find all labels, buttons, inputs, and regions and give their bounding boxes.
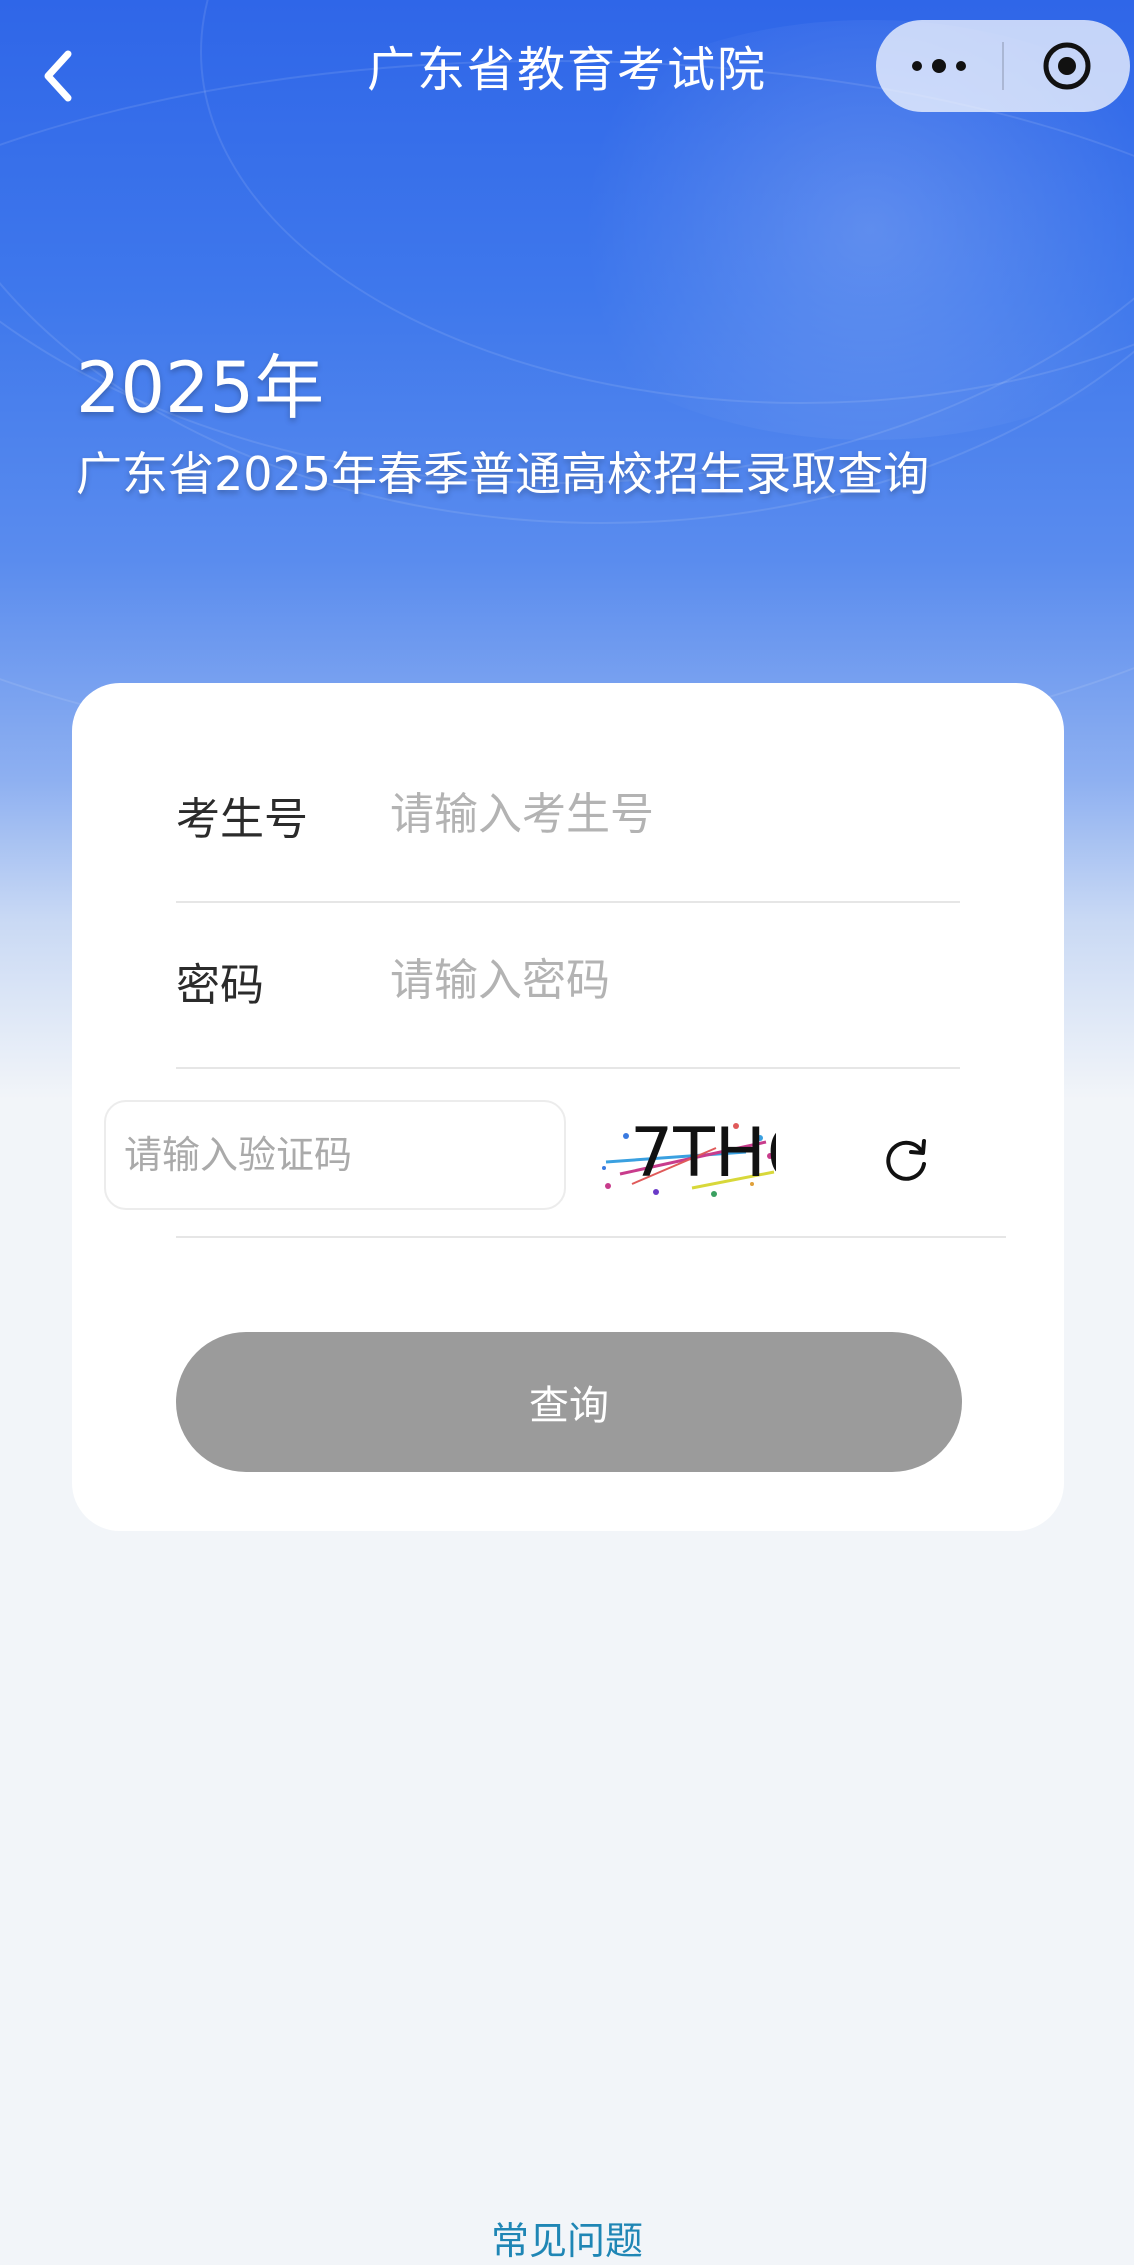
password-input[interactable]: [390, 949, 950, 1011]
captcha-input-box: [104, 1100, 566, 1210]
hero-year: 2025年: [76, 347, 325, 429]
exam-id-row: 考生号: [176, 773, 960, 903]
hero-subtitle: 广东省2025年春季普通高校招生录取查询: [76, 447, 930, 501]
mini-program-capsule: [876, 20, 1130, 112]
exam-id-label: 考生号: [176, 794, 308, 845]
captcha-divider: [176, 1236, 1006, 1238]
exam-id-input[interactable]: [390, 783, 950, 845]
captcha-image[interactable]: 7TH6: [596, 1096, 776, 1206]
captcha-text: 7TH6: [630, 1114, 776, 1193]
captcha-refresh-button[interactable]: [874, 1126, 938, 1190]
captcha-input[interactable]: [124, 1102, 544, 1208]
more-button[interactable]: [876, 20, 1002, 112]
password-row: 密码: [176, 939, 960, 1069]
query-button[interactable]: 查询: [176, 1332, 962, 1472]
top-navigation-bar: 广东省教育考试院: [0, 0, 1134, 140]
close-mini-program-button[interactable]: [1004, 20, 1130, 112]
target-circle-icon: [1043, 42, 1091, 90]
faq-link[interactable]: 常见问题: [0, 2210, 1134, 2265]
password-label: 密码: [176, 960, 264, 1011]
more-dots-icon: [912, 59, 966, 73]
refresh-icon: [886, 1139, 926, 1181]
